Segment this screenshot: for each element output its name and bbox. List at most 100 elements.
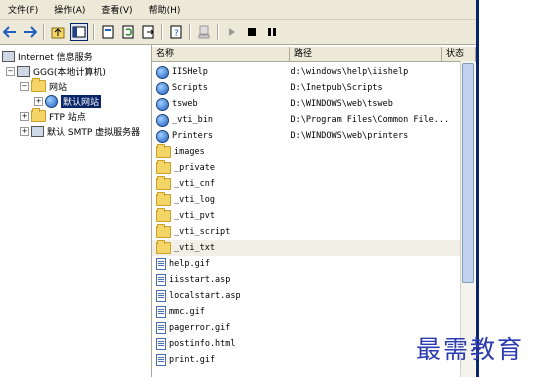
list-item[interactable]: help.gif: [152, 256, 460, 272]
list-item-path: D:\WINDOWS\web\tsweb: [290, 99, 393, 109]
toolbar: ?: [0, 20, 476, 45]
list-item[interactable]: Printers D:\WINDOWS\web\printers: [152, 128, 460, 144]
list-item[interactable]: images: [152, 144, 460, 160]
iis-icon: [2, 50, 15, 62]
column-header-name[interactable]: 名称: [152, 47, 290, 61]
list-item[interactable]: iisstart.asp: [152, 272, 460, 288]
refresh-button[interactable]: [120, 24, 136, 40]
list-item-name: help.gif: [169, 259, 210, 269]
properties-button[interactable]: [100, 24, 116, 40]
tree-default-site[interactable]: + 默认网站: [34, 94, 102, 108]
list-item-name-cell: print.gif: [152, 354, 287, 366]
list-item-name-cell: _private: [152, 160, 287, 174]
list-item[interactable]: _vti_txt: [152, 240, 460, 256]
list-item-path: D:\Program Files\Common File...: [290, 115, 450, 125]
folder-icon: [31, 78, 46, 92]
stop-button[interactable]: [244, 24, 260, 40]
list-item-name: _vti_pvt: [174, 211, 215, 221]
menu-help[interactable]: 帮助(H): [141, 3, 189, 16]
folder-icon: [156, 192, 171, 206]
list-item-name-cell: mmc.gif: [152, 306, 287, 318]
list-item-name-cell: help.gif: [152, 258, 287, 270]
list-item-name: iisstart.asp: [169, 275, 231, 285]
list-header: 名称 路径 状态: [152, 47, 476, 62]
globe-icon: [156, 97, 169, 111]
tree-smtp-label: 默认 SMTP 虚拟服务器: [47, 127, 141, 138]
folder-icon: [156, 208, 171, 222]
tree-smtp[interactable]: + 默认 SMTP 虚拟服务器: [20, 124, 140, 138]
list-item-name-cell: _vti_script: [152, 224, 287, 238]
toolbar-separator: [43, 24, 45, 40]
list-item-name: pagerror.gif: [169, 323, 231, 333]
list-item-name-cell: IISHelp: [152, 65, 287, 79]
computer-button[interactable]: [196, 24, 212, 40]
expand-icon[interactable]: +: [34, 96, 43, 106]
list-item-name-cell: localstart.asp: [152, 290, 287, 302]
list-item-name-cell: postinfo.html: [152, 338, 287, 350]
list-item[interactable]: postinfo.html: [152, 336, 460, 352]
up-level-button[interactable]: [50, 24, 66, 40]
collapse-icon[interactable]: −: [20, 81, 29, 91]
list-item[interactable]: _vti_script: [152, 224, 460, 240]
scrollbar-thumb[interactable]: [462, 63, 474, 283]
list-item[interactable]: _vti_bin D:\Program Files\Common File...: [152, 112, 460, 128]
list-item-path: d:\windows\help\iishelp: [290, 67, 409, 77]
menu-file[interactable]: 文件(F): [0, 3, 46, 16]
forward-button[interactable]: [22, 24, 38, 40]
list-item[interactable]: _vti_cnf: [152, 176, 460, 192]
tree-default-site-label: 默认网站: [61, 94, 102, 108]
menu-bar: 文件(F) 操作(A) 查看(V) 帮助(H): [0, 0, 476, 20]
list-item[interactable]: pagerror.gif: [152, 320, 460, 336]
list-item[interactable]: tsweb D:\WINDOWS\web\tsweb: [152, 96, 460, 112]
toolbar-separator: [217, 24, 219, 40]
column-header-path[interactable]: 路径: [290, 47, 442, 61]
list-item-name: IISHelp: [172, 67, 208, 77]
toolbar-separator: [189, 24, 191, 40]
list-item-name: Printers: [172, 131, 213, 141]
console-tree: Internet 信息服务 − GGG(本地计算机) − 网站 + 默认网站 +…: [0, 45, 152, 377]
list-item[interactable]: mmc.gif: [152, 304, 460, 320]
tree-ftp-label: FTP 站点: [49, 112, 86, 123]
list-item[interactable]: _vti_pvt: [152, 208, 460, 224]
list-item-name-cell: Printers: [152, 129, 287, 143]
tree-root[interactable]: Internet 信息服务: [2, 49, 93, 63]
list-item[interactable]: _vti_log: [152, 192, 460, 208]
column-header-status[interactable]: 状态: [442, 47, 476, 61]
list-item-name: mmc.gif: [169, 307, 205, 317]
list-item[interactable]: localstart.asp: [152, 288, 460, 304]
export-list-button[interactable]: [140, 24, 156, 40]
list-item[interactable]: Scripts D:\Inetpub\Scripts: [152, 80, 460, 96]
watermark: 最需教育: [416, 335, 525, 364]
pause-button[interactable]: [264, 24, 280, 40]
tree-ftp[interactable]: + FTP 站点: [20, 108, 86, 123]
file-icon: [156, 354, 166, 366]
start-button[interactable]: [224, 24, 240, 40]
tree-computer[interactable]: − GGG(本地计算机): [6, 64, 106, 78]
list-item[interactable]: print.gif: [152, 352, 460, 368]
menu-view[interactable]: 查看(V): [93, 3, 140, 16]
collapse-icon[interactable]: −: [6, 66, 15, 76]
globe-icon: [156, 81, 169, 95]
back-button[interactable]: [2, 24, 18, 40]
expand-icon[interactable]: +: [20, 126, 29, 136]
list-item-name: Scripts: [172, 83, 208, 93]
list-item-path: D:\Inetpub\Scripts: [290, 83, 383, 93]
menu-action[interactable]: 操作(A): [46, 3, 93, 16]
list-item[interactable]: _private: [152, 160, 460, 176]
list-item-name: _private: [174, 163, 215, 173]
file-icon: [156, 322, 166, 334]
tree-sites-folder[interactable]: − 网站: [20, 78, 67, 93]
website-icon: [45, 94, 58, 108]
list-item[interactable]: IISHelp d:\windows\help\iishelp: [152, 64, 460, 80]
desktop-area: [479, 0, 538, 377]
file-icon: [156, 274, 166, 286]
expand-icon[interactable]: +: [20, 111, 29, 121]
file-icon: [156, 338, 166, 350]
list-item-name-cell: images: [152, 144, 287, 158]
help-button[interactable]: ?: [168, 24, 184, 40]
list-item-name-cell: _vti_pvt: [152, 208, 287, 222]
show-tree-button[interactable]: [70, 23, 88, 41]
toolbar-separator: [93, 24, 95, 40]
folder-icon: [31, 108, 46, 122]
list-item-name: _vti_bin: [172, 115, 213, 125]
